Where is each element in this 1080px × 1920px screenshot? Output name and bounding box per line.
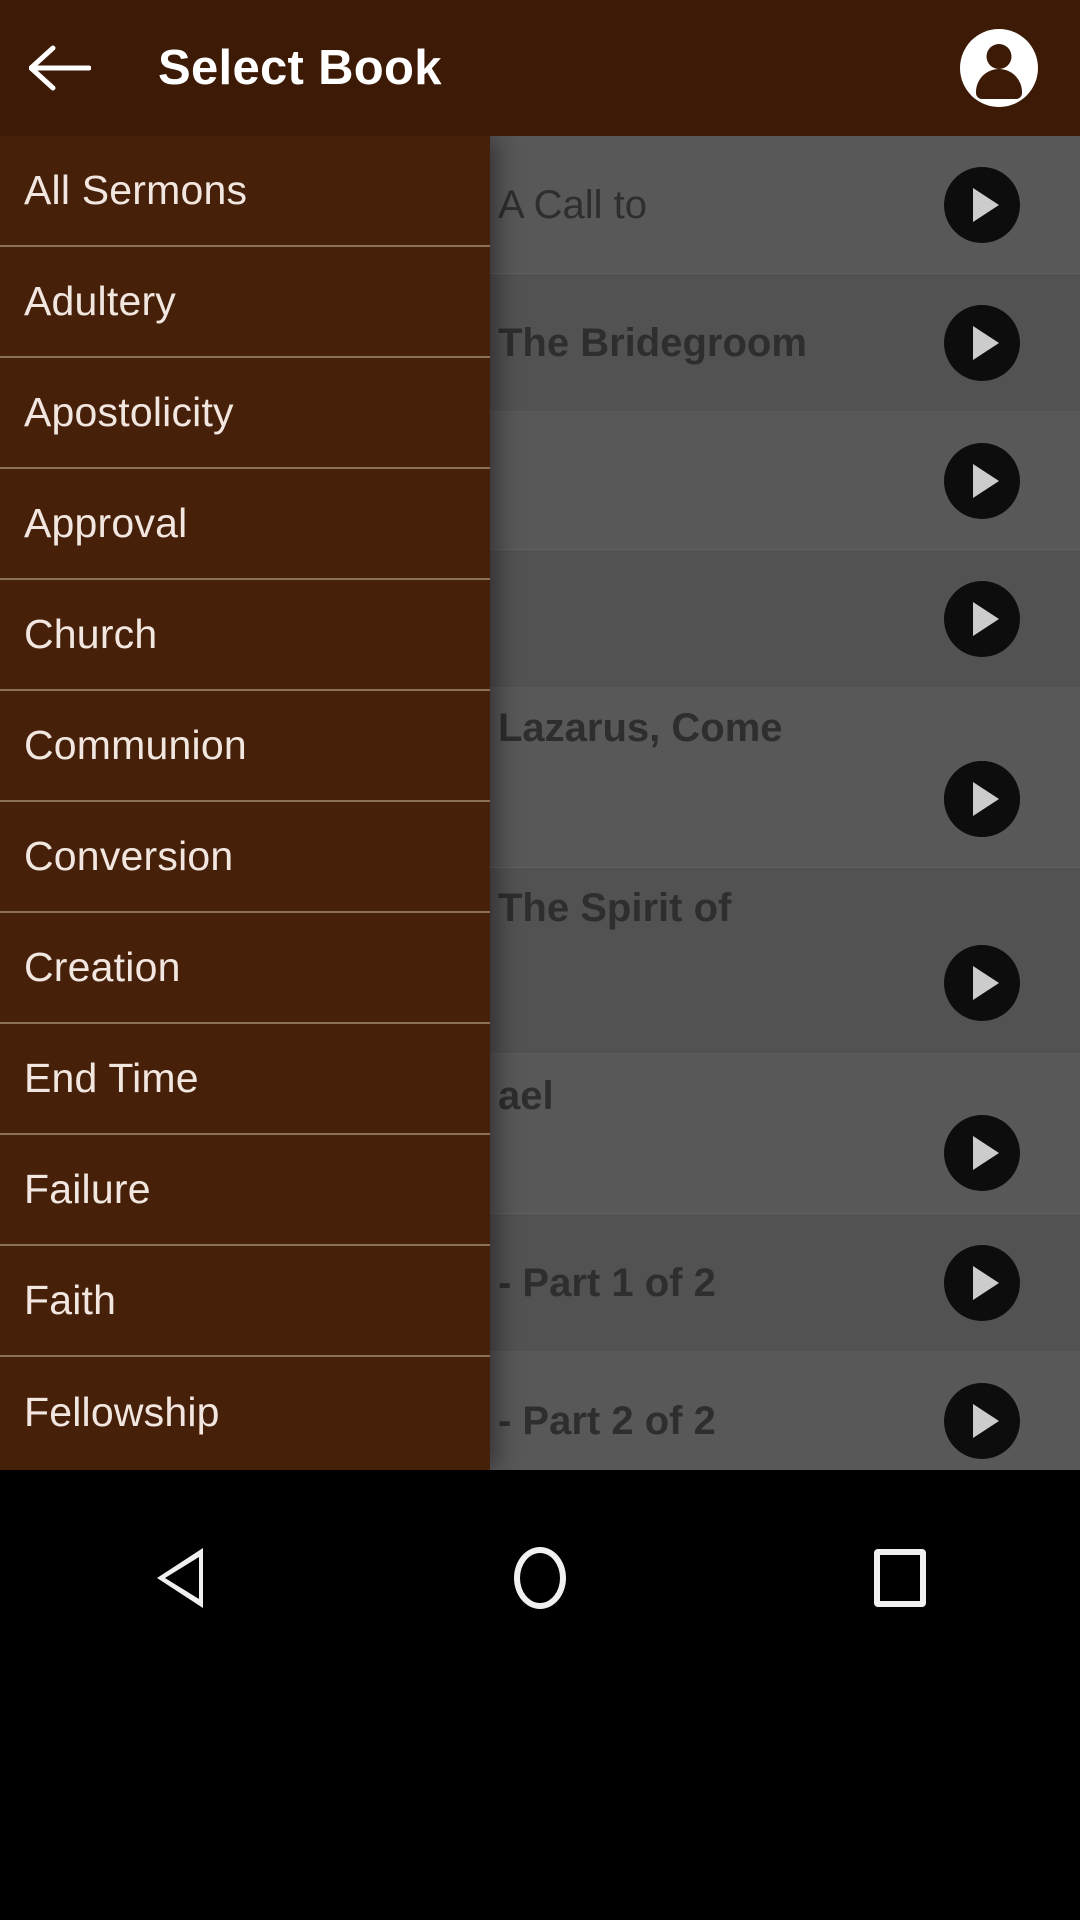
drawer-item-faith[interactable]: Faith — [0, 1246, 490, 1357]
system-recents-button[interactable] — [800, 1518, 1000, 1638]
drawer-item-adultery[interactable]: Adultery — [0, 247, 490, 358]
drawer-item-label: Adultery — [24, 278, 177, 324]
back-button[interactable] — [0, 0, 120, 136]
system-back-button[interactable] — [80, 1518, 280, 1638]
arrow-left-icon — [29, 43, 91, 93]
back-triangle-icon — [157, 1548, 203, 1608]
account-circle-icon — [960, 29, 1038, 107]
drawer-item-conversion[interactable]: Conversion — [0, 802, 490, 913]
drawer-item-approval[interactable]: Approval — [0, 469, 490, 580]
drawer-item-label: Creation — [24, 944, 181, 990]
system-home-button[interactable] — [440, 1518, 640, 1638]
app-bar: Select Book — [0, 0, 1080, 136]
drawer-item-creation[interactable]: Creation — [0, 913, 490, 1024]
account-button[interactable] — [954, 23, 1044, 113]
drawer-item-label: Approval — [24, 500, 188, 546]
drawer-item-label: Faith — [24, 1277, 117, 1323]
drawer-item-label: Communion — [24, 722, 247, 768]
drawer-item-fellowship[interactable]: Fellowship — [0, 1357, 490, 1468]
drawer-item-label: Conversion — [24, 833, 234, 879]
drawer-item-church[interactable]: Church — [0, 580, 490, 691]
system-navigation-bar — [0, 1470, 1080, 1920]
drawer-item-label: Church — [24, 611, 158, 657]
page-title: Select Book — [158, 41, 442, 95]
drawer-item-label: All Sermons — [24, 167, 248, 213]
home-circle-icon — [514, 1547, 566, 1609]
drawer-item-all-sermons[interactable]: All Sermons — [0, 136, 490, 247]
drawer-item-label: End Time — [24, 1055, 199, 1101]
navigation-drawer: All Sermons Adultery Apostolicity Approv… — [0, 136, 490, 1470]
drawer-item-label: Apostolicity — [24, 389, 234, 435]
drawer-item-apostolicity[interactable]: Apostolicity — [0, 358, 490, 469]
drawer-item-failure[interactable]: Failure — [0, 1135, 490, 1246]
recents-square-icon — [874, 1549, 926, 1607]
drawer-item-communion[interactable]: Communion — [0, 691, 490, 802]
drawer-item-label: Fellowship — [24, 1389, 220, 1435]
drawer-item-label: Failure — [24, 1166, 151, 1212]
app-root: A Call to The Bridegroom Lazarus, Come T… — [0, 0, 1080, 1920]
drawer-item-end-time[interactable]: End Time — [0, 1024, 490, 1135]
